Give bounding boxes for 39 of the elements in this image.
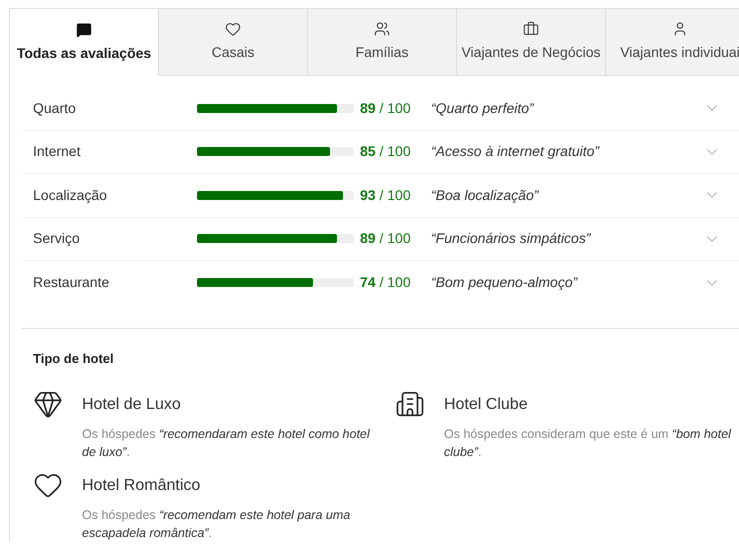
rating-scale: / 100 [379, 100, 411, 116]
speech-bubble-icon [76, 22, 92, 38]
hotel-type-description: Os hóspedes consideram que este é um “bom hotel clube”. [444, 426, 732, 461]
rating-quote: “Quarto perfeito” [431, 98, 536, 118]
rating-score: 93 [360, 186, 376, 203]
tab[interactable]: Viajantes individuai [605, 8, 739, 76]
rating-label: Restaurante [33, 273, 110, 292]
rating-label: Internet [33, 142, 82, 162]
tab[interactable]: Viajantes de Negócios [456, 8, 605, 76]
hotel-type-title: Hotel de Luxo [82, 395, 182, 415]
rating-scale: / 100 [379, 274, 411, 290]
rating-score: 74 [360, 274, 376, 290]
rating-score: 89 [360, 100, 376, 116]
hotel-type-title: Hotel Clube [444, 395, 529, 415]
rating-label: Serviço [33, 229, 81, 248]
tab[interactable]: Todas as avaliações [9, 8, 158, 76]
rating-label: Quarto [33, 98, 77, 118]
rating-quote: “Funcionários simpáticos” [431, 229, 592, 248]
rating-quote: “Boa localização” [431, 186, 540, 205]
section-heading: Tipo de hotel [33, 350, 115, 368]
hotel-type-title: Hotel Romântico [82, 476, 202, 496]
people-icon [374, 21, 390, 37]
hotel-type-description: Os hóspedes “recomendaram este hotel como hotel de luxo”. [82, 426, 371, 461]
rating-score: 89 [360, 230, 376, 246]
tab[interactable]: Casais [158, 8, 307, 76]
rating-scale: / 100 [379, 230, 411, 246]
rating-quote: “Acesso à internet gratuito” [431, 142, 600, 162]
heart-icon [225, 21, 241, 37]
rating-score: 85 [360, 143, 376, 160]
rating-scale: / 100 [379, 143, 411, 160]
person-icon [672, 21, 688, 37]
building-icon [395, 389, 425, 419]
briefcase-icon [523, 21, 539, 37]
rating-quote: “Bom pequeno-almoço” [431, 273, 579, 292]
rating-scale: / 100 [379, 186, 411, 203]
hotel-type-description: Os hóspedes “recomendam este hotel para uma escapadela romântica”. [82, 507, 352, 542]
diamond-icon [33, 389, 63, 419]
tab[interactable]: Famílias [307, 8, 456, 76]
rating-label: Localização [33, 186, 108, 205]
